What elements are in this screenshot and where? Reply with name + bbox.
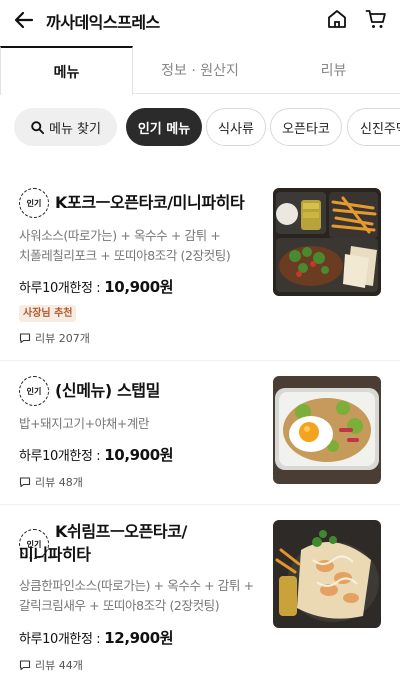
cart-icon (365, 10, 386, 28)
item-desc-line: 사워소스(따로가는) + 옥수수 + 감튀 + (19, 228, 221, 243)
popular-badge: 인기 (19, 376, 49, 406)
item-name: K쉬림프ㅡ오픈타코/ 미니파히타 (19, 520, 188, 566)
item-name-line: K포크ㅡ오픈타코/미니파히타 (55, 193, 245, 212)
back-button[interactable] (12, 8, 36, 32)
item-description: 사워소스(따로가는) + 옥수수 + 감튀 + 치폴레칠리포크 + 또띠아8조각… (19, 226, 264, 266)
price-amount: 10,900원 (104, 446, 174, 464)
menu-search-chip[interactable]: 메뉴 찾기 (14, 108, 117, 146)
item-photo[interactable] (273, 520, 381, 628)
tab-reviews[interactable]: 리뷰 (267, 46, 400, 94)
price-amount: 10,900원 (104, 278, 174, 296)
tab-menu[interactable]: 메뉴 (0, 46, 133, 95)
item-desc-line: 치폴레칠리포크 + 또띠아8조각 (2장컷팅) (19, 248, 231, 263)
item-review-count: 리뷰 48개 (19, 474, 83, 490)
home-icon (328, 10, 346, 28)
item-name-line: (신메뉴) 스탭밀 (55, 381, 160, 400)
arrow-left-icon (14, 11, 34, 29)
item-desc-line: 밥+돼지고기+야채+계란 (19, 416, 150, 431)
home-button[interactable] (325, 7, 349, 31)
category-chips: 메뉴 찾기 인기 메뉴 식사류 오픈타코 신진주먹 (0, 106, 400, 148)
item-description: 상큼한파인소스(따로가는) + 옥수수 + 감튀 + 갈릭크림새우 + 또띠아8… (19, 576, 264, 616)
chip-meals[interactable]: 식사류 (206, 108, 266, 146)
item-desc-line: 갈릭크림새우 + 또띠아8조각 (2장컷팅) (19, 598, 220, 613)
price-prefix: 하루10개한정 : (19, 449, 101, 464)
chip-popular[interactable]: 인기 메뉴 (126, 108, 202, 146)
app-header: 까사데익스프레스 (0, 0, 400, 42)
food-photo-image (273, 376, 381, 484)
item-price: 하루10개한정 :10,900원 (19, 276, 174, 297)
menu-item[interactable]: 인기 K포크ㅡ오픈타코/미니파히타 사워소스(따로가는) + 옥수수 + 감튀 … (0, 170, 400, 361)
owner-recommend-tag: 사장님 추천 (19, 305, 77, 322)
food-photo-image (273, 520, 381, 628)
menu-search-label: 메뉴 찾기 (49, 121, 101, 137)
review-bubble-icon (19, 333, 31, 344)
item-price: 하루10개한정 :12,900원 (19, 627, 174, 648)
price-prefix: 하루10개한정 : (19, 632, 101, 647)
item-name-line: 미니파히타 (19, 545, 91, 564)
store-title: 까사데익스프레스 (46, 13, 160, 32)
item-review-count: 리뷰 207개 (19, 330, 90, 346)
menu-item[interactable]: 인기 (신메뉴) 스탭밀 밥+돼지고기+야채+계란 하루10개한정 :10,90… (0, 361, 400, 505)
item-review-count: 리뷰 44개 (19, 657, 83, 673)
item-desc-line: 상큼한파인소스(따로가는) + 옥수수 + 감튀 + (19, 578, 254, 593)
popular-badge: 인기 (19, 188, 49, 218)
cart-button[interactable] (364, 7, 388, 31)
item-photo[interactable] (273, 376, 381, 484)
food-photo-image (273, 188, 381, 296)
item-name-line: K쉬림프ㅡ오픈타코/ (55, 522, 188, 541)
item-photo[interactable] (273, 188, 381, 296)
item-description: 밥+돼지고기+야채+계란 (19, 414, 264, 434)
review-bubble-icon (19, 477, 31, 488)
chip-new[interactable]: 신진주먹 (347, 108, 400, 146)
review-bubble-icon (19, 660, 31, 671)
tab-info-origin[interactable]: 정보 · 원산지 (133, 46, 267, 94)
price-amount: 12,900원 (104, 629, 174, 647)
review-count-text: 리뷰 44개 (35, 659, 83, 672)
review-count-text: 리뷰 207개 (35, 332, 90, 345)
search-icon (31, 120, 45, 134)
chip-open-taco[interactable]: 오픈타코 (270, 108, 342, 146)
item-name: (신메뉴) 스탭밀 (55, 379, 160, 402)
item-name: K포크ㅡ오픈타코/미니파히타 (55, 191, 245, 214)
menu-item[interactable]: 인기 K쉬림프ㅡ오픈타코/ 미니파히타 상큼한파인소스(따로가는) + 옥수수 … (0, 505, 400, 685)
tab-bar: 메뉴 정보 · 원산지 리뷰 (0, 46, 400, 95)
item-price: 하루10개한정 :10,900원 (19, 444, 174, 465)
price-prefix: 하루10개한정 : (19, 281, 101, 296)
review-count-text: 리뷰 48개 (35, 476, 83, 489)
